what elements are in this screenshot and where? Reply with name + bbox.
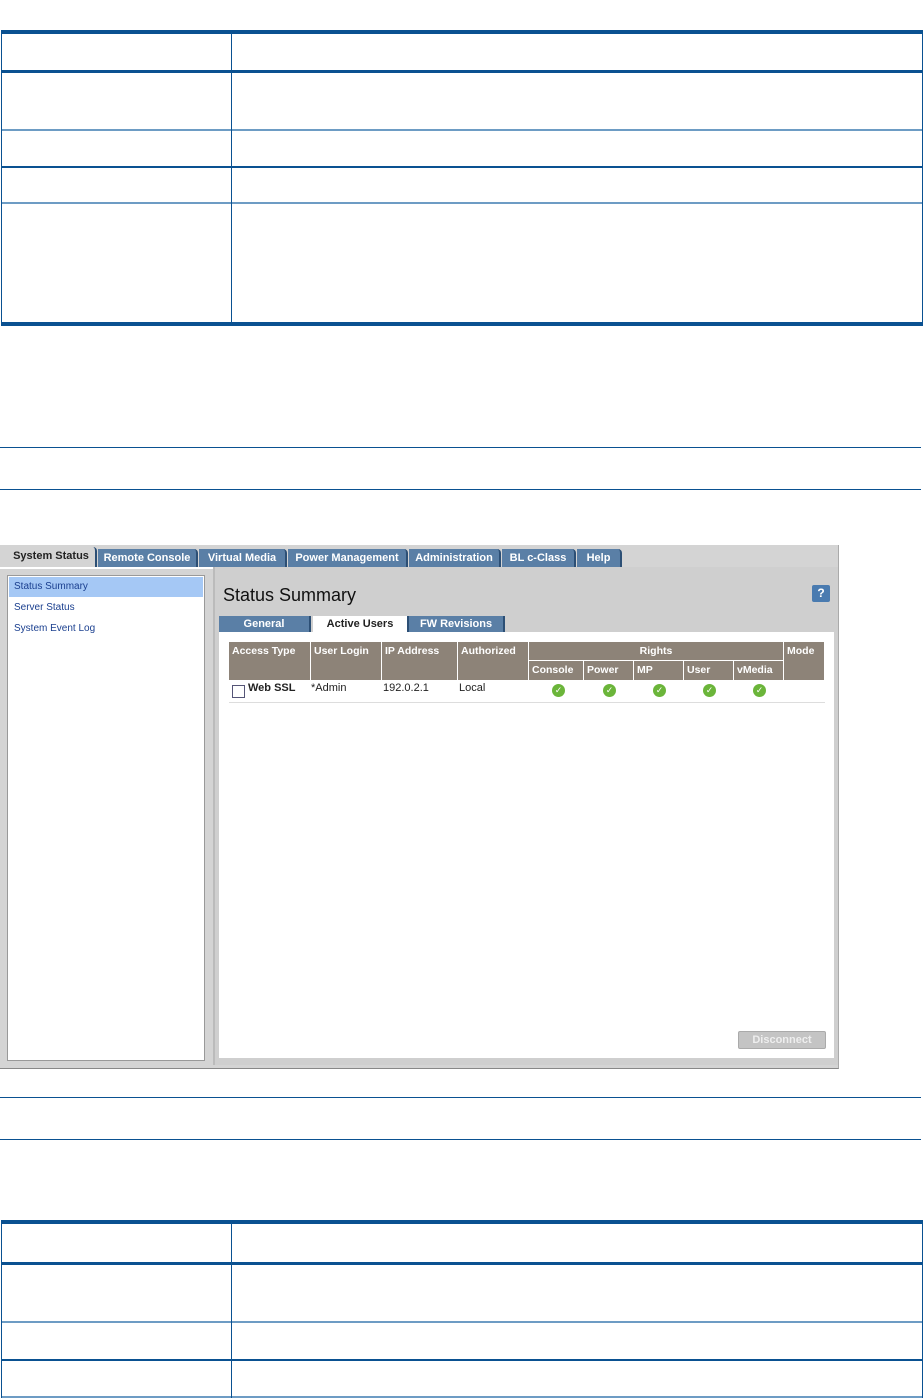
active-users-panel: Access Type User Login IP Address Author… xyxy=(219,632,834,1058)
divider xyxy=(0,1139,921,1140)
tab-bl-c-class[interactable]: BL c-Class xyxy=(502,549,576,567)
col-mp: MP xyxy=(634,661,684,680)
check-icon: ✓ xyxy=(703,684,716,697)
table-bottom xyxy=(1,1220,923,1398)
col-vmedia: vMedia xyxy=(734,661,784,680)
sidebar-item-system-event-log[interactable]: System Event Log xyxy=(9,619,203,639)
disconnect-button[interactable]: Disconnect xyxy=(738,1031,826,1049)
tab-power-management[interactable]: Power Management xyxy=(288,549,408,567)
main-panel: Status Summary ? General Active Users FW… xyxy=(213,567,838,1065)
divider xyxy=(0,447,921,448)
tab-general[interactable]: General xyxy=(219,616,311,633)
col-user: User xyxy=(684,661,734,680)
tab-virtual-media[interactable]: Virtual Media xyxy=(199,549,287,567)
help-icon[interactable]: ? xyxy=(812,585,830,602)
col-ip-address: IP Address xyxy=(382,642,458,680)
sidebar: Status Summary Server Status System Even… xyxy=(7,575,205,1061)
check-icon: ✓ xyxy=(552,684,565,697)
cell-authorized: Local xyxy=(459,682,486,694)
tab-help[interactable]: Help xyxy=(577,549,622,567)
sidebar-item-status-summary[interactable]: Status Summary xyxy=(9,577,203,597)
tab-remote-console[interactable]: Remote Console xyxy=(98,549,198,567)
tab-system-status[interactable]: System Status xyxy=(7,547,97,567)
page-title: Status Summary xyxy=(223,585,357,605)
sidebar-item-server-status[interactable]: Server Status xyxy=(9,598,203,618)
col-mode: Mode xyxy=(784,642,825,680)
cell-user-login: *Admin xyxy=(311,682,347,694)
ilo-screenshot: System Status Remote Console Virtual Med… xyxy=(0,545,839,1069)
row-checkbox[interactable] xyxy=(232,685,245,698)
col-user-login: User Login xyxy=(311,642,382,680)
check-icon: ✓ xyxy=(653,684,666,697)
col-console: Console xyxy=(529,661,584,680)
cell-access-type: Web SSL xyxy=(248,682,296,694)
divider xyxy=(0,1097,921,1098)
tab-fw-revisions[interactable]: FW Revisions xyxy=(409,616,505,633)
check-icon: ✓ xyxy=(603,684,616,697)
tab-administration[interactable]: Administration xyxy=(409,549,501,567)
col-authorized: Authorized xyxy=(458,642,529,680)
table-top xyxy=(1,30,923,326)
col-power: Power xyxy=(584,661,634,680)
cell-ip-address: 192.0.2.1 xyxy=(383,682,429,694)
divider xyxy=(0,489,921,490)
check-icon: ✓ xyxy=(753,684,766,697)
tab-active-users[interactable]: Active Users xyxy=(313,616,409,633)
col-access-type: Access Type xyxy=(229,642,311,680)
col-rights: Rights xyxy=(529,642,784,661)
